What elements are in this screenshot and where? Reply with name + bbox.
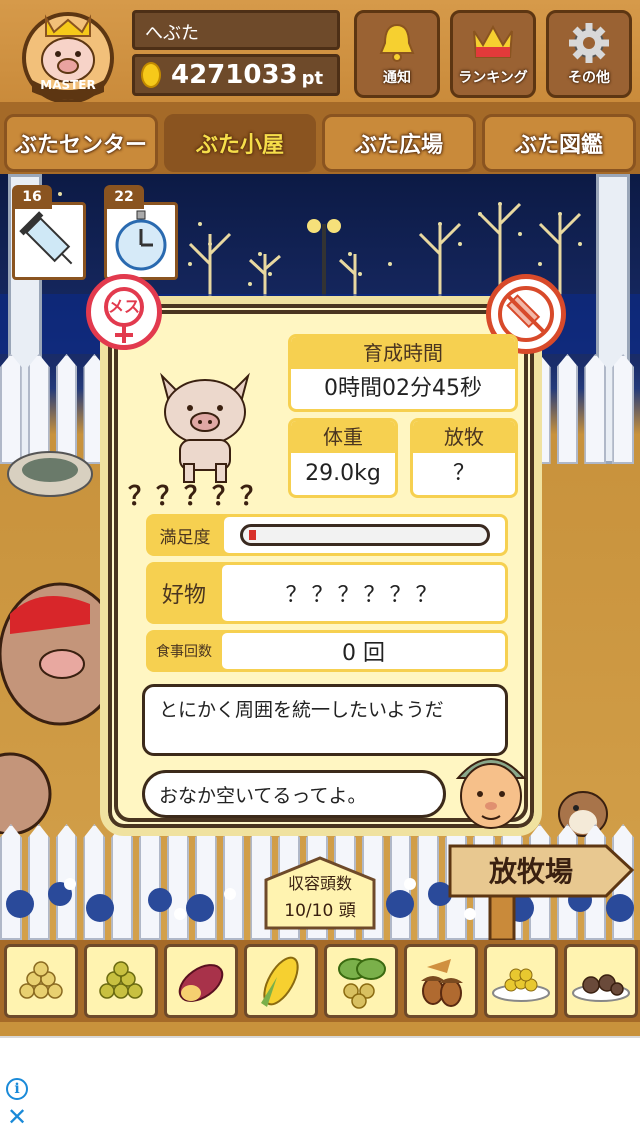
meat-dish-icon (572, 974, 630, 1002)
food-item-bar (0, 940, 640, 1022)
food-slot-meat-dish[interactable] (564, 944, 638, 1018)
gear-icon (569, 23, 609, 63)
satisfaction-row: 満足度 (146, 514, 508, 556)
points-display: 4271033 pt (132, 54, 340, 96)
capacity-sign: 収容頭数 10/10 頭 (258, 856, 382, 930)
rice-bowl-icon (492, 968, 550, 1002)
stopwatch-item-count: 22 (104, 185, 144, 209)
syringe-item-count: 16 (12, 185, 52, 209)
weight-value: 29.0kg (305, 461, 381, 486)
soybeans-icon (19, 961, 63, 999)
pig-info-card: ？？？？？ メス 育成時間 0時間02分45秒 体重 29.0kg 放牧 ？ 満… (86, 274, 566, 836)
username-display: へぶた (132, 10, 340, 50)
satisfaction-bar-area (224, 517, 505, 553)
female-gender-badge: メス (86, 274, 162, 350)
stopwatch-item-button[interactable]: 22 (104, 185, 178, 280)
farmer-comment-bubble: おなか空いてるってよ。 (142, 770, 446, 818)
meal-count-value: 0 回 (222, 633, 505, 669)
favorite-food-label: 好物 (161, 583, 206, 608)
meal-count-row: 食事回数 0 回 (146, 630, 508, 672)
tab-buta-plaza[interactable]: ぶた広場 (322, 114, 476, 172)
ranking-button[interactable]: ランキング (450, 10, 536, 98)
capacity-label: 収容頭数 (287, 874, 352, 893)
meal-count-label: 食事回数 (156, 644, 212, 660)
corn-icon (261, 956, 299, 1007)
points-value: 4271033 (171, 60, 298, 90)
stopwatch-icon (115, 210, 167, 271)
notification-label: 通知 (383, 70, 411, 86)
pig-portrait (160, 372, 250, 483)
food-slot-vegetable[interactable] (324, 944, 398, 1018)
growth-time-label: 育成時間 (291, 337, 515, 369)
food-slot-sweet-potato[interactable] (164, 944, 238, 1018)
points-unit: pt (301, 67, 324, 89)
background-pigs (0, 451, 110, 834)
tab-buta-hut[interactable]: ぶた小屋 (164, 114, 316, 172)
food-slot-green-peas[interactable] (84, 944, 158, 1018)
gender-label: メス (107, 297, 140, 316)
food-slot-rice-bowl[interactable] (484, 944, 558, 1018)
top-header: MASTER へぶた 4271033 pt 通知 ランキング その他 (0, 0, 640, 108)
tab-buta-center[interactable]: ぶたセンター (4, 114, 158, 172)
food-slot-acorn[interactable] (404, 944, 478, 1018)
main-tabs: ぶたセンター ぶた小屋 ぶた広場 ぶた図鑑 (0, 108, 640, 174)
weight-box: 体重 29.0kg (288, 418, 398, 498)
satisfaction-bar-fill (248, 530, 256, 540)
weight-label: 体重 (291, 421, 395, 453)
satisfaction-label: 満足度 (159, 527, 211, 548)
syringe-item-button[interactable]: 16 (12, 185, 86, 280)
master-badge-avatar[interactable]: MASTER (12, 6, 124, 104)
sweet-potato-icon (178, 964, 224, 1002)
ad-info-icon[interactable]: i (6, 1078, 28, 1100)
growth-time-value: 0時間02分45秒 (324, 376, 482, 401)
ad-close-icon[interactable]: ✕ (6, 1105, 28, 1129)
grazing-label: 放牧 (413, 421, 515, 453)
notification-button[interactable]: 通知 (354, 10, 440, 98)
grazing-box: 放牧 ？ (410, 418, 518, 498)
capacity-value: 10/10 頭 (284, 901, 356, 921)
pig-name: ？？？？？ (128, 482, 269, 512)
pasture-sign-label: 放牧場 (488, 855, 573, 888)
pasture-sign-button[interactable]: 放牧場 (446, 840, 636, 940)
favorite-food-value: ？？？？？？ (222, 565, 505, 621)
master-badge-text: MASTER (40, 78, 96, 92)
tab-buta-encyclopedia[interactable]: ぶた図鑑 (482, 114, 636, 172)
crown-icon (473, 24, 513, 58)
ad-banner[interactable]: i ✕ (0, 1036, 640, 1136)
ranking-label: ランキング (458, 70, 528, 86)
coin-icon (141, 62, 161, 88)
growth-time-box: 育成時間 0時間02分45秒 (288, 334, 518, 412)
settings-label: その他 (568, 70, 610, 86)
bell-icon (379, 23, 415, 62)
green-peas-icon (99, 961, 143, 999)
grazing-value: ？ (452, 461, 475, 486)
settings-button[interactable]: その他 (546, 10, 632, 98)
food-slot-corn[interactable] (244, 944, 318, 1018)
satisfaction-bar (239, 524, 490, 546)
food-slot-soybeans[interactable] (4, 944, 78, 1018)
farmer-avatar (455, 758, 527, 829)
acorn-icon (421, 959, 463, 1007)
vegetable-icon (338, 958, 386, 1009)
favorite-food-row: 好物 ？？？？？？ (146, 562, 508, 624)
syringe-icon (19, 211, 73, 265)
